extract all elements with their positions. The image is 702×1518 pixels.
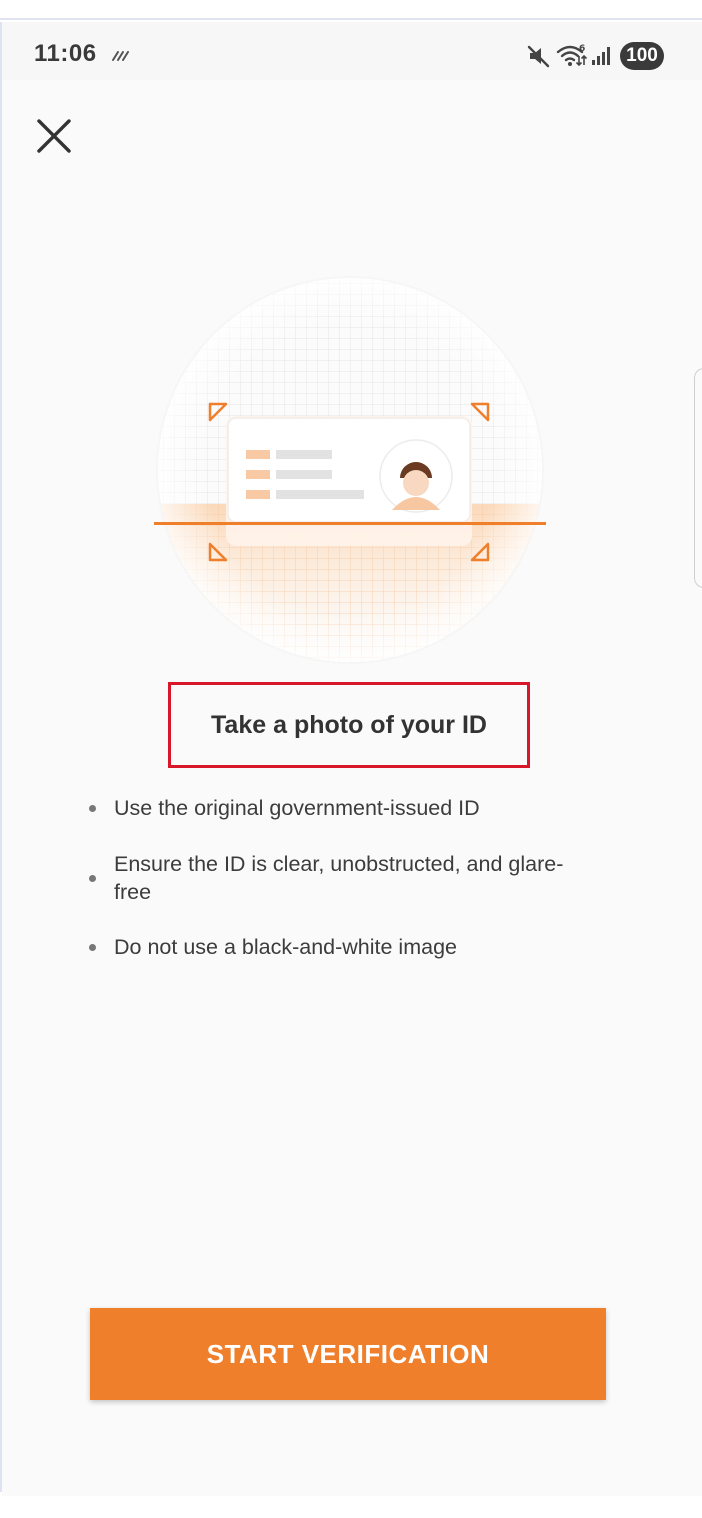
tip-text: Do not use a black-and-white image [114, 935, 457, 959]
wifi-icon: 6 [556, 42, 588, 70]
signal-quality-icon [110, 48, 132, 62]
battery-icon: 100 [620, 42, 664, 70]
bullet-icon [89, 944, 96, 951]
tip-text: Ensure the ID is clear, unobstructed, an… [114, 852, 564, 904]
close-button[interactable] [32, 114, 76, 158]
app-window: 11:06 6 100 Take a photo of your ID Use … [2, 22, 702, 1496]
close-icon [37, 119, 71, 153]
list-item: Do not use a black-and-white image [88, 933, 584, 961]
mute-icon [526, 44, 552, 68]
title-highlight: Take a photo of your ID [168, 682, 530, 768]
list-item: Use the original government-issued ID [88, 794, 584, 822]
tip-text: Use the original government-issued ID [114, 796, 480, 820]
bullet-icon [89, 805, 96, 812]
bullet-icon [89, 875, 96, 882]
page-title: Take a photo of your ID [211, 710, 487, 739]
edge-panel-handle[interactable] [694, 368, 702, 588]
screen: 11:06 6 100 Take a photo of your ID Use … [0, 0, 702, 1518]
screen-top-edge [0, 0, 702, 20]
cell-signal-icon [590, 46, 614, 66]
screen-bottom-edge [0, 1496, 702, 1518]
status-bar: 11:06 6 100 [2, 22, 702, 80]
start-verification-button[interactable]: START VERIFICATION [90, 1308, 606, 1400]
status-time: 11:06 [34, 40, 97, 67]
id-card-scan-illustration [152, 272, 548, 668]
svg-text:6: 6 [579, 44, 585, 54]
list-item: Ensure the ID is clear, unobstructed, an… [88, 850, 584, 906]
